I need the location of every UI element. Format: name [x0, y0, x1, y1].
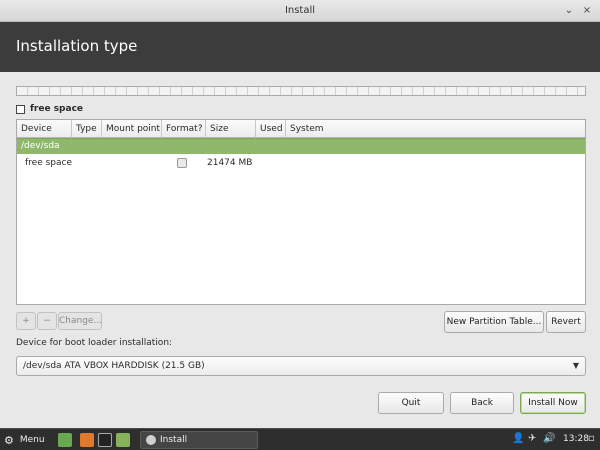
user-icon[interactable]: 👤: [512, 433, 524, 444]
show-desktop-icon[interactable]: [58, 433, 72, 447]
col-type[interactable]: Type: [72, 120, 102, 138]
device-name: /dev/sda: [21, 141, 60, 151]
add-partition-button[interactable]: +: [16, 312, 36, 330]
gear-icon: ⚙: [4, 433, 14, 447]
back-button[interactable]: Back: [450, 392, 514, 414]
bootloader-label: Device for boot loader installation:: [16, 338, 173, 348]
col-device[interactable]: Device: [17, 120, 72, 138]
col-size[interactable]: Size: [206, 120, 256, 138]
partition-bar: [16, 86, 586, 96]
page-header: Installation type: [0, 22, 600, 72]
bootloader-select[interactable]: /dev/sda ATA VBOX HARDDISK (21.5 GB) ▼: [16, 356, 586, 376]
row-device: free space: [25, 158, 73, 168]
free-space-swatch: [16, 104, 25, 114]
menu-label: Menu: [19, 435, 45, 445]
page-title: Installation type: [16, 37, 138, 55]
volume-icon[interactable]: 🔊: [543, 433, 555, 444]
format-checkbox[interactable]: [177, 158, 187, 168]
table-row[interactable]: free space 21474 MB: [17, 154, 585, 172]
change-partition-button[interactable]: Change...: [58, 312, 102, 330]
partition-legend: free space: [16, 103, 83, 115]
clock[interactable]: 13:28: [563, 434, 589, 444]
menu-button[interactable]: ⚙ Menu: [4, 433, 45, 447]
network-icon[interactable]: ✈: [528, 433, 536, 444]
files-icon[interactable]: [116, 433, 130, 447]
table-header: Device Type Mount point Format? Size Use…: [17, 120, 585, 138]
col-format[interactable]: Format?: [162, 120, 206, 138]
taskbar-item-install[interactable]: Install: [140, 431, 258, 449]
close-icon[interactable]: ×: [580, 4, 594, 18]
bootloader-value: /dev/sda ATA VBOX HARDDISK (21.5 GB): [23, 361, 205, 371]
minimize-icon[interactable]: ⌄: [562, 4, 576, 18]
table-row-device[interactable]: /dev/sda: [17, 138, 585, 154]
dropdown-arrow-icon: ▼: [572, 361, 579, 370]
row-size: 21474 MB: [207, 158, 253, 168]
remove-partition-button[interactable]: −: [37, 312, 57, 330]
notification-icon[interactable]: ▫: [588, 433, 595, 444]
terminal-icon[interactable]: [98, 433, 112, 447]
main-content: free space Device Type Mount point Forma…: [0, 72, 600, 428]
taskbar: ⚙ Menu Install 👤 ✈ 🔊 13:28 ▫: [0, 428, 600, 450]
new-partition-table-button[interactable]: New Partition Table...: [444, 311, 544, 333]
install-now-button[interactable]: Install Now: [520, 392, 586, 414]
window-title: Install: [284, 5, 316, 16]
quit-button[interactable]: Quit: [378, 392, 444, 414]
partition-table[interactable]: Device Type Mount point Format? Size Use…: [16, 119, 586, 305]
window-titlebar: Install ⌄ ×: [0, 0, 600, 22]
installer-icon: [146, 435, 156, 445]
task-label: Install: [160, 435, 188, 445]
col-used[interactable]: Used: [256, 120, 286, 138]
legend-label: free space: [30, 104, 84, 114]
col-system[interactable]: System: [286, 120, 585, 138]
revert-button[interactable]: Revert: [546, 311, 586, 333]
col-mount-point[interactable]: Mount point: [102, 120, 162, 138]
firefox-icon[interactable]: [80, 433, 94, 447]
